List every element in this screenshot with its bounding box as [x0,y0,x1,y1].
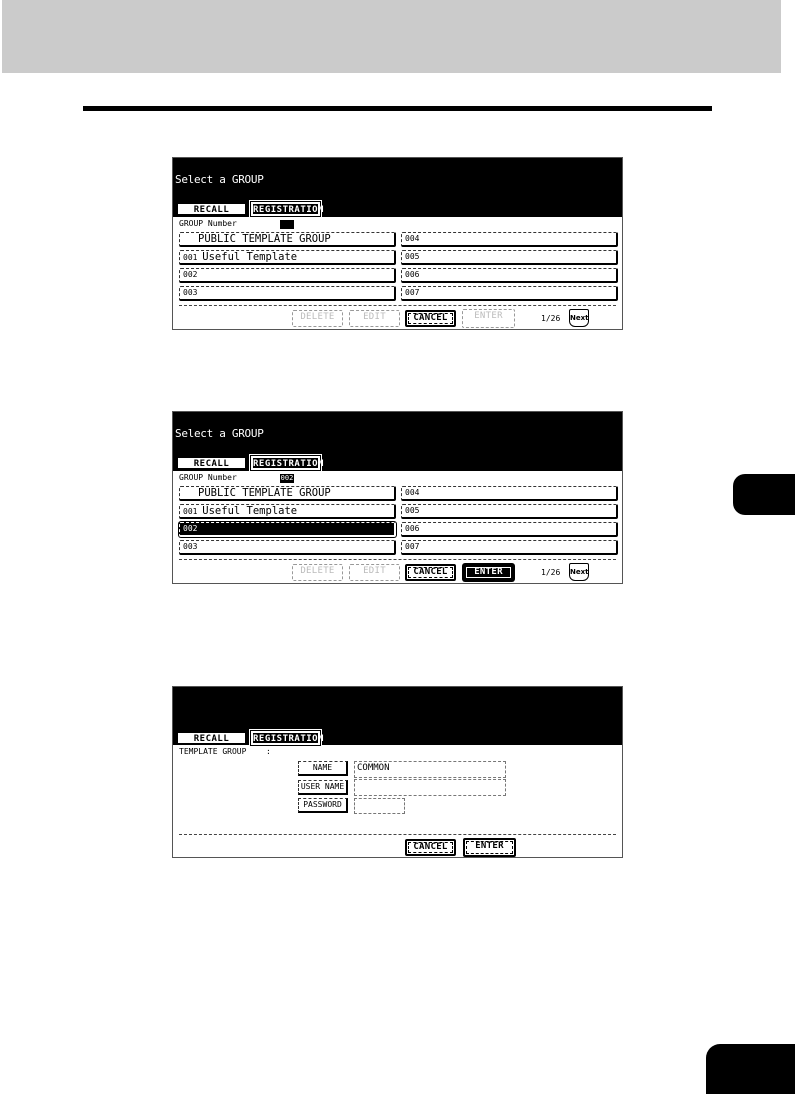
group-number: 003 [183,288,198,297]
group-number-label: GROUP Number [179,219,237,228]
group-name: Useful Template [202,505,298,517]
enter-button[interactable]: ENTER [462,309,515,328]
group-004[interactable]: 004 [401,486,618,501]
name-field[interactable]: COMMON [354,761,506,778]
cancel-button[interactable]: CANCEL [405,564,456,581]
group-name: PUBLIC TEMPLATE GROUP [198,233,331,245]
group-002-selected[interactable]: 002 [179,522,396,537]
group-number: 007 [405,288,420,297]
page-indicator: 1/26 [541,314,561,323]
group-001[interactable]: 001 Useful Template [179,250,396,265]
tab-recall[interactable]: RECALL [176,202,247,216]
group-number: 001 [183,507,198,516]
screen-title: Select a GROUP [175,427,264,440]
group-003[interactable]: 003 [179,540,396,555]
enter-button[interactable]: ENTER [463,564,514,581]
group-number: 001 [183,253,198,262]
group-number-value [280,220,294,229]
group-007[interactable]: 007 [401,286,618,301]
tab-recall[interactable]: RECALL [176,456,247,470]
page-number-tab [706,1044,795,1094]
group-002[interactable]: 002 [179,268,396,283]
group-number: 006 [405,524,420,533]
group-number-value: 002 [280,474,294,483]
group-number: 005 [405,252,420,261]
group-number: 007 [405,542,420,551]
tab-recall[interactable]: RECALL [176,731,247,745]
group-006[interactable]: 006 [401,522,618,537]
next-page-button[interactable]: Next [569,563,589,581]
user-name-field[interactable] [354,779,506,796]
name-button[interactable]: NAME [298,761,348,776]
delete-button[interactable]: DELETE [292,310,343,327]
group-003[interactable]: 003 [179,286,396,301]
group-name: PUBLIC TEMPLATE GROUP [198,487,331,499]
group-007[interactable]: 007 [401,540,618,555]
next-page-button[interactable]: Next [569,309,589,327]
group-number: 005 [405,506,420,515]
cancel-button[interactable]: CANCEL [405,839,456,856]
group-001[interactable]: 001 Useful Template [179,504,396,519]
template-group-label: TEMPLATE GROUP [179,747,247,756]
group-number: 004 [405,488,420,497]
page-indicator: 1/26 [541,568,561,577]
enter-button[interactable]: ENTER [463,838,516,857]
user-name-button[interactable]: USER NAME [298,780,348,795]
tab-registration[interactable]: REGISTRATION [251,731,324,745]
group-public-template[interactable]: PUBLIC TEMPLATE GROUP [179,486,396,501]
group-number: 002 [183,270,198,279]
tab-registration[interactable]: REGISTRATION [251,456,324,470]
group-number: 003 [183,542,198,551]
page-header-band [2,0,781,73]
group-number: 004 [405,234,420,243]
select-group-screen-2: Select a GROUP RECALL REGISTRATION GROUP… [172,411,623,584]
group-public-template[interactable]: PUBLIC TEMPLATE GROUP [179,232,396,247]
edit-button[interactable]: EDIT [349,564,400,581]
select-group-screen-1: Select a GROUP RECALL REGISTRATION GROUP… [172,157,623,330]
delete-button[interactable]: DELETE [292,564,343,581]
template-group-separator: : [266,747,271,756]
divider [179,559,616,560]
group-number: 006 [405,270,420,279]
group-005[interactable]: 005 [401,250,618,265]
template-group-registration-screen: RECALL REGISTRATION TEMPLATE GROUP : NAM… [172,686,623,858]
password-button[interactable]: PASSWORD [298,798,348,813]
cancel-button[interactable]: CANCEL [405,310,456,327]
chapter-tab [733,474,795,515]
screen-title: Select a GROUP [175,173,264,186]
group-004[interactable]: 004 [401,232,618,247]
group-name: Useful Template [202,251,298,263]
section-rule [83,106,712,111]
group-005[interactable]: 005 [401,504,618,519]
edit-button[interactable]: EDIT [349,310,400,327]
tab-registration[interactable]: REGISTRATION [251,202,324,216]
divider [179,305,616,306]
divider [179,834,616,835]
group-number-label: GROUP Number [179,473,237,482]
group-006[interactable]: 006 [401,268,618,283]
password-field[interactable] [354,798,405,814]
group-number: 002 [183,524,198,533]
